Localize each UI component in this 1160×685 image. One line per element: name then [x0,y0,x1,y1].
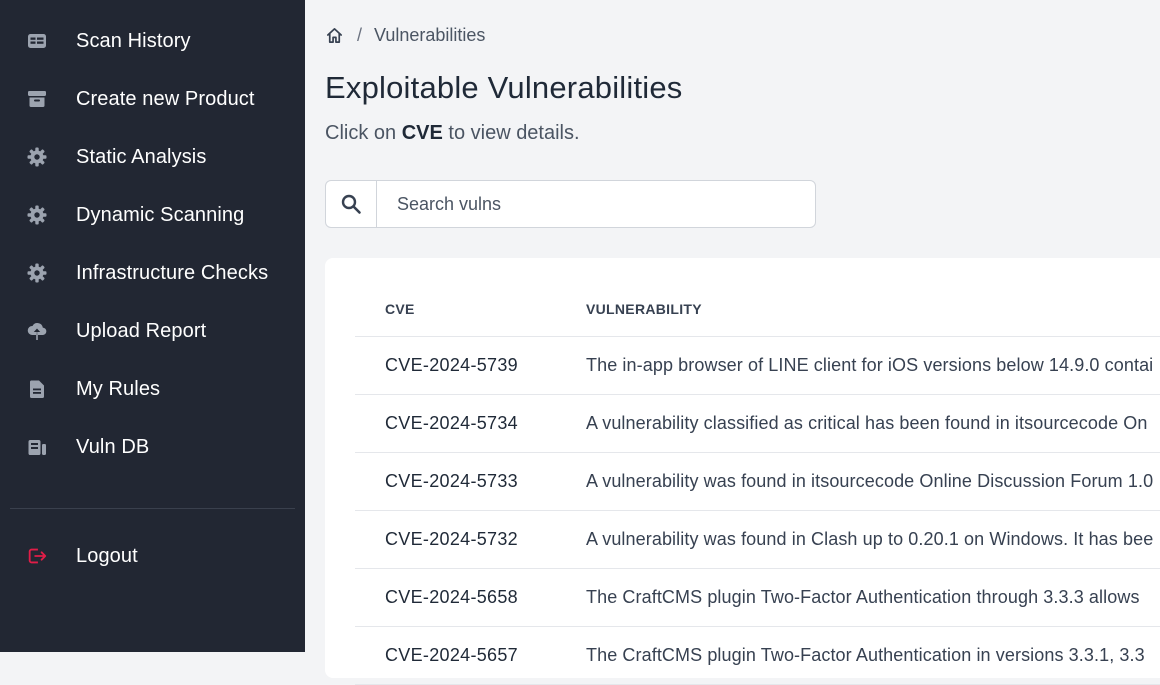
sidebar-item-scan-history[interactable]: Scan History [0,12,305,70]
gear-icon [26,262,48,284]
breadcrumb-separator: / [357,24,363,45]
cve-link[interactable]: CVE-2024-5658 [385,587,518,608]
search-input[interactable] [377,181,815,227]
vulnerability-description: A vulnerability was found in Clash up to… [586,529,1154,549]
sidebar-item-label: Create new Product [76,87,255,110]
table-row[interactable]: CVE-2024-5734 A vulnerability classified… [355,395,1160,453]
table-header: CVE VULNERABILITY [355,288,1160,337]
search-box [325,180,816,228]
table-row[interactable]: CVE-2024-5658 The CraftCMS plugin Two-Fa… [355,569,1160,627]
breadcrumb-current: Vulnerabilities [374,24,486,45]
column-header-cve[interactable]: CVE [385,301,415,317]
page-title: Exploitable Vulnerabilities [325,70,683,105]
archive-icon [26,88,48,110]
table-row[interactable]: CVE-2024-5733 A vulnerability was found … [355,453,1160,511]
sidebar-item-label: Infrastructure Checks [76,261,269,284]
cve-link[interactable]: CVE-2024-5733 [385,471,518,492]
sidebar-item-label: Vuln DB [76,435,150,458]
table-icon [26,30,48,52]
gear-icon [26,204,48,226]
vulnerabilities-card: CVE VULNERABILITY CVE-2024-5739 The in-a… [325,258,1160,685]
table-row[interactable]: CVE-2024-5732 A vulnerability was found … [355,511,1160,569]
document-icon [26,378,48,400]
search-icon[interactable] [326,181,377,227]
subtitle-suffix: to view details. [442,122,580,144]
cve-link[interactable]: CVE-2024-5739 [385,355,518,376]
main-content: / Vulnerabilities Exploitable Vulnerabil… [305,0,1160,685]
table-row[interactable]: CVE-2024-5739 The in-app browser of LINE… [355,337,1160,395]
sidebar-item-label: Upload Report [76,319,207,342]
vulnerability-description: The CraftCMS plugin Two-Factor Authentic… [586,645,1145,665]
sidebar-divider [10,508,295,509]
sidebar-item-infrastructure-checks[interactable]: Infrastructure Checks [0,244,305,302]
sidebar-item-upload-report[interactable]: Upload Report [0,302,305,360]
sidebar-item-label: Static Analysis [76,145,207,168]
sidebar-item-label: Scan History [76,29,191,52]
sidebar-item-vuln-db[interactable]: Vuln DB [0,418,305,476]
home-icon[interactable] [325,25,345,45]
vulnerabilities-table: CVE VULNERABILITY CVE-2024-5739 The in-a… [355,288,1160,685]
sidebar-item-label: Dynamic Scanning [76,203,245,226]
vulnerability-description: The CraftCMS plugin Two-Factor Authentic… [586,587,1140,607]
database-icon [26,436,48,458]
breadcrumb: / Vulnerabilities [325,22,485,48]
table-row[interactable]: CVE-2024-5657 The CraftCMS plugin Two-Fa… [355,627,1160,685]
vulnerability-description: The in-app browser of LINE client for iO… [586,355,1154,375]
page-subtitle: Click on CVE to view details. [325,122,580,145]
cloud-upload-icon [26,320,48,342]
gear-icon [26,146,48,168]
subtitle-bold: CVE [401,122,443,144]
subtitle-prefix: Click on [325,122,402,144]
sidebar-item-static-analysis[interactable]: Static Analysis [0,128,305,186]
sidebar-item-label: My Rules [76,377,161,400]
logout-icon [26,545,48,567]
logout-label: Logout [76,544,138,567]
logout-button[interactable]: Logout [0,527,305,585]
sidebar: Scan History Create new Product Static A… [0,0,305,652]
cve-link[interactable]: CVE-2024-5657 [385,645,518,666]
cve-link[interactable]: CVE-2024-5734 [385,413,518,434]
cve-link[interactable]: CVE-2024-5732 [385,529,518,550]
sidebar-item-create-new-product[interactable]: Create new Product [0,70,305,128]
sidebar-item-my-rules[interactable]: My Rules [0,360,305,418]
sidebar-item-dynamic-scanning[interactable]: Dynamic Scanning [0,186,305,244]
vulnerability-description: A vulnerability was found in itsourcecod… [586,471,1154,491]
column-header-vulnerability[interactable]: VULNERABILITY [586,301,702,317]
vulnerability-description: A vulnerability classified as critical h… [586,413,1148,433]
